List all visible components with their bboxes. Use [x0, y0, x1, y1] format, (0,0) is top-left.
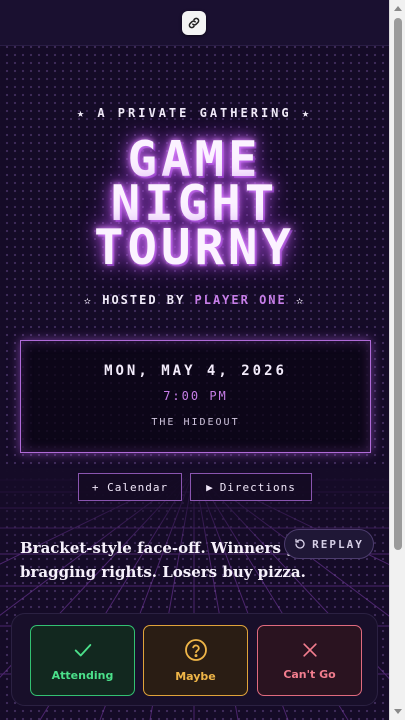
maybe-label: Maybe [175, 670, 216, 683]
replay-icon [295, 538, 305, 549]
play-icon: ▶ [206, 480, 214, 494]
title-line-3: TOURNY [93, 219, 295, 276]
attending-label: Attending [51, 669, 114, 682]
directions-label: Directions [219, 480, 296, 494]
scroll-down-arrow-icon[interactable] [394, 709, 402, 714]
scrollbar-thumb[interactable] [394, 18, 402, 550]
cant-go-label: Can't Go [283, 668, 336, 681]
host-label: HOSTED BY [102, 293, 186, 307]
rsvp-bar: Attending Maybe Can't Go [11, 613, 378, 706]
link-icon [188, 17, 200, 29]
star-outline-icon: ✫ [83, 293, 93, 307]
star-icon: ★ [76, 106, 88, 120]
star-outline-icon: ✫ [295, 293, 306, 307]
scroll-up-arrow-icon[interactable] [394, 6, 402, 11]
event-date: MON, MAY 4, 2026 [104, 363, 287, 379]
close-icon [302, 643, 317, 657]
copy-link-button[interactable] [182, 11, 206, 35]
host-line: ✫ HOSTED BY PLAYER ONE ✫ [0, 293, 389, 307]
top-bar [0, 0, 389, 46]
event-kicker: ★ A PRIVATE GATHERING ★ [0, 106, 389, 120]
event-details-box: MON, MAY 4, 2026 7:00 PM THE HIDEOUT [20, 340, 371, 453]
add-to-calendar-button[interactable]: + Calendar [78, 473, 182, 501]
event-location: THE HIDEOUT [151, 417, 240, 428]
host-name: PLAYER ONE [194, 293, 287, 307]
invitation-page: ★ A PRIVATE GATHERING ★ GAME NIGHT TOURN… [0, 0, 389, 720]
rsvp-cant-go-button[interactable]: Can't Go [257, 625, 362, 696]
directions-button[interactable]: ▶ Directions [190, 473, 312, 501]
checkmark-icon [74, 644, 91, 657]
vertical-scrollbar[interactable] [389, 0, 405, 720]
event-time: 7:00 PM [163, 389, 228, 403]
question-circle-icon [184, 639, 207, 661]
rsvp-attending-button[interactable]: Attending [30, 625, 135, 696]
replay-label: REPLAY [312, 537, 364, 551]
calendar-label: + Calendar [91, 480, 169, 494]
replay-button[interactable]: REPLAY [284, 529, 374, 559]
event-description: Bracket-style face-off. Winners get brag… [20, 539, 314, 581]
star-icon: ★ [301, 106, 313, 120]
kicker-text: A PRIVATE GATHERING [97, 106, 292, 120]
event-title: GAME NIGHT TOURNY [0, 135, 389, 276]
rsvp-maybe-button[interactable]: Maybe [143, 625, 248, 696]
